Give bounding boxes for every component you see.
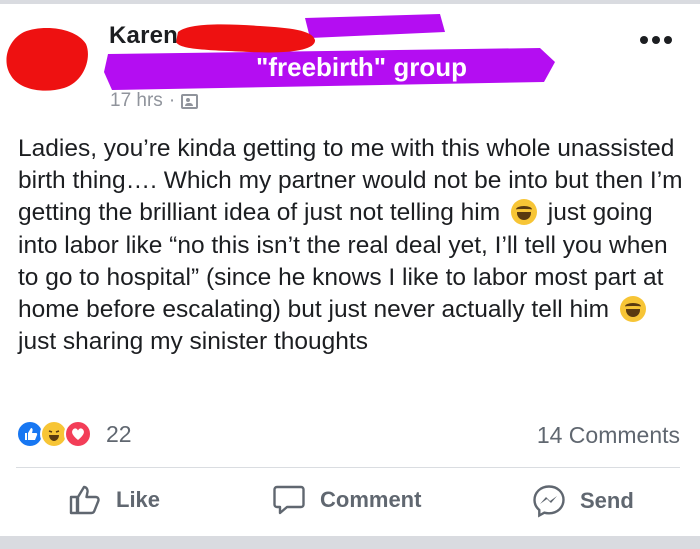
like-button[interactable]: Like	[68, 484, 160, 516]
comment-button[interactable]: Comment	[272, 484, 421, 516]
post-author[interactable]: Karen	[109, 22, 178, 50]
comment-bubble-icon	[273, 485, 305, 515]
divider	[16, 467, 680, 468]
laughing-crying-emoji	[510, 199, 537, 226]
post-meta: 17 hrs ·	[110, 90, 199, 112]
meta-separator: ·	[168, 90, 176, 111]
bottom-border	[0, 536, 700, 549]
post-text-part-3: just sharing my sinister thoughts	[18, 328, 368, 356]
top-border	[0, 0, 700, 4]
love-reaction-icon	[64, 420, 92, 448]
send-button[interactable]: Send	[532, 484, 634, 518]
more-options-icon[interactable]	[640, 36, 672, 44]
thumbs-up-icon	[69, 485, 100, 515]
reactions-summary[interactable]: 22	[16, 420, 132, 448]
comment-count[interactable]: 14 Comments	[537, 422, 680, 449]
laughing-crying-emoji	[619, 296, 646, 323]
avatar-redaction	[6, 28, 88, 91]
send-label: Send	[580, 488, 634, 513]
reaction-count[interactable]: 22	[106, 421, 132, 448]
like-label: Like	[116, 487, 161, 512]
post-time[interactable]: 17 hrs	[110, 90, 163, 112]
group-name[interactable]: "freebirth" group	[256, 52, 467, 83]
post-text: Ladies, you’re kinda getting to me with …	[18, 133, 690, 358]
comment-label: Comment	[320, 487, 422, 512]
messenger-icon	[533, 485, 565, 518]
friends-icon	[181, 93, 199, 109]
